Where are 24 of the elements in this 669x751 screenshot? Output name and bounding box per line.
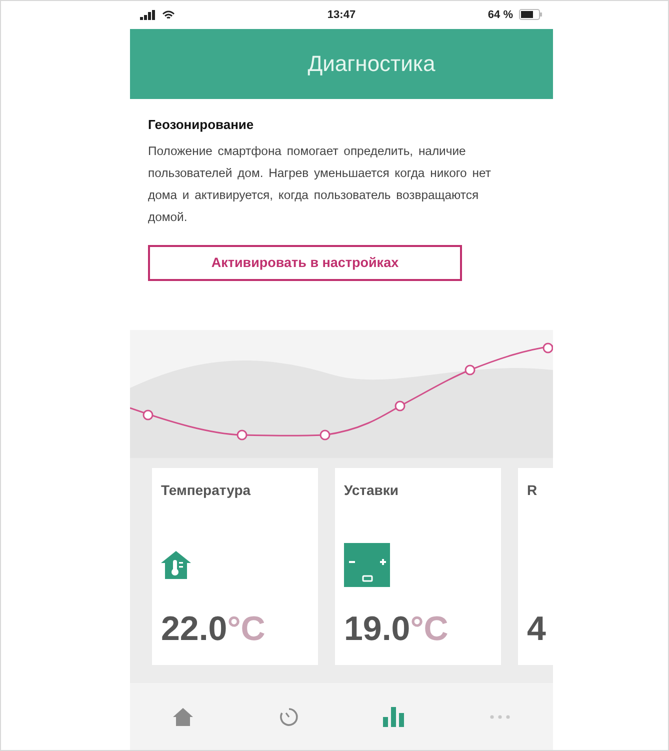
section-title: Геозонирование	[148, 116, 255, 132]
screen-title: Диагностика	[306, 50, 436, 77]
temperature-value: 19.0°C	[344, 610, 450, 649]
thermostat-icon	[344, 543, 390, 587]
more-icon	[490, 714, 510, 719]
temperature-value: 22.0°C	[161, 610, 266, 649]
bar-chart-icon	[383, 706, 406, 727]
card-title: R	[527, 482, 538, 500]
info-card[interactable]: Температура 22.0°C	[152, 468, 318, 665]
activate-button[interactable]: Активировать в настройках	[148, 244, 462, 281]
history-icon	[278, 706, 299, 727]
house-thermometer-icon	[161, 551, 191, 579]
card-title: Температура	[161, 482, 252, 500]
wifi-icon	[162, 10, 175, 20]
status-time: 13:47	[327, 8, 356, 21]
signal-icon	[140, 10, 156, 20]
description-text: Положение смартфона помогает определить, наличие пользователей дом. Нагрев уменьшается когда никого нет дома и активируется, когда пользователь возвращаются домой.	[148, 142, 492, 226]
info-card[interactable]: Уставки 19.0°C	[335, 468, 501, 665]
home-icon	[172, 708, 193, 726]
battery-percent: 64 %	[488, 8, 513, 21]
battery-icon	[518, 9, 543, 20]
info-card[interactable]: R 4	[518, 468, 553, 665]
card-title: Уставки	[344, 482, 400, 500]
temperature-value: 4	[527, 610, 547, 649]
